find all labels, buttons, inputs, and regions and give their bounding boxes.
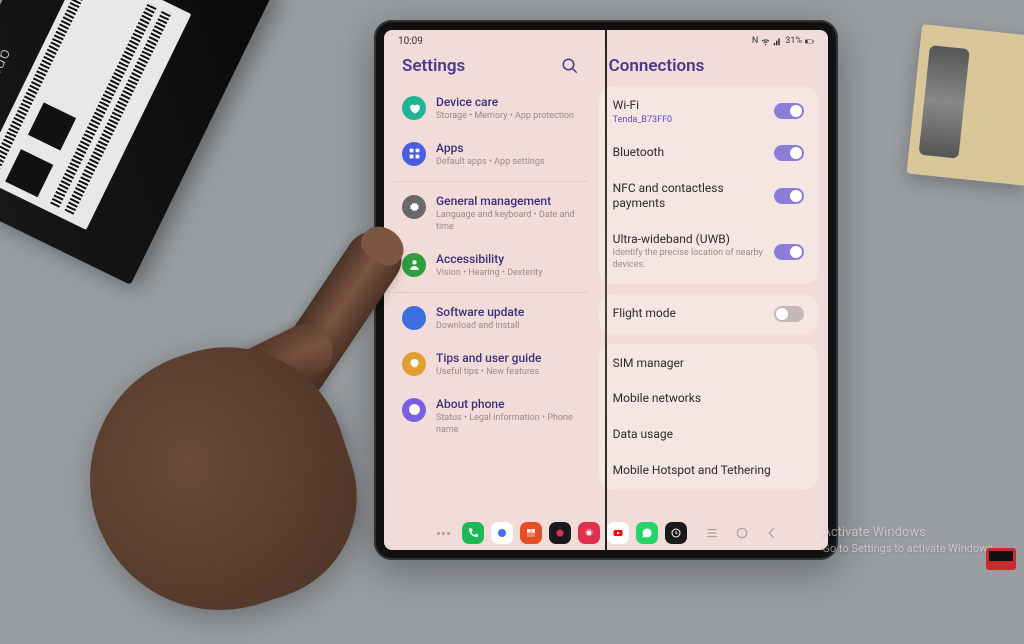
search-button[interactable] (561, 57, 579, 75)
connection-row-wi-fi[interactable]: Wi-FiTenda_B73FF0 (599, 88, 818, 135)
product-box: Galaxy Z Fold6 (0, 0, 275, 285)
toggle-switch[interactable] (774, 103, 804, 119)
row-title: Ultra-wideband (UWB) (613, 232, 766, 248)
settings-list: Device careStorage • Memory • App protec… (394, 86, 587, 445)
settings-item-title: Tips and user guide (436, 351, 579, 366)
connection-row-mobile-hotspot-and-tethering[interactable]: Mobile Hotspot and Tethering (599, 453, 818, 489)
row-title: Wi-Fi (613, 98, 766, 114)
whatsapp-app-icon[interactable] (636, 522, 658, 544)
toggle-switch[interactable] (774, 188, 804, 204)
settings-item-title: Software update (436, 305, 579, 320)
settings-item-title: Apps (436, 141, 579, 156)
app-drawer-button[interactable] (433, 532, 455, 535)
device-hinge (605, 30, 607, 550)
settings-item-subtitle: Vision • Hearing • Dexterity (436, 268, 579, 280)
signal-icon (773, 37, 782, 46)
row-title: Bluetooth (613, 145, 766, 161)
settings-item-device-care[interactable]: Device careStorage • Memory • App protec… (394, 86, 587, 132)
toggle-switch[interactable] (774, 244, 804, 260)
settings-item-about-phone[interactable]: About phoneStatus • Legal information • … (394, 388, 587, 445)
connections-group-1: Wi-FiTenda_B73FF0 Bluetooth NFC and contac… (599, 86, 818, 284)
row-title: Flight mode (613, 306, 766, 322)
wifi-icon (761, 37, 770, 46)
connection-row-nfc-and-contactless-payments[interactable]: NFC and contactless payments (599, 171, 818, 222)
settings-item-title: Device care (436, 95, 579, 110)
connections-group-2: Flight mode (599, 294, 818, 334)
row-title: SIM manager (613, 356, 796, 372)
status-indicators: N 31% (752, 36, 814, 46)
connections-group-3: SIM manager Mobile networks Data usage Mobi… (599, 344, 818, 490)
battery-icon (805, 37, 814, 46)
settings-item-subtitle: Download and install (436, 321, 579, 333)
battery-text: 31% (785, 36, 802, 46)
news-app-icon[interactable] (520, 522, 542, 544)
settings-item-subtitle: Language and keyboard • Date and time (436, 210, 579, 233)
grid-icon (402, 142, 426, 166)
row-link: Tenda_B73FF0 (613, 115, 766, 125)
settings-item-title: About phone (436, 397, 579, 412)
back-nav-button[interactable] (764, 525, 780, 541)
settings-item-tips-and-user-guide[interactable]: Tips and user guideUseful tips • New fea… (394, 342, 587, 388)
search-icon (561, 57, 579, 75)
gear-app-icon[interactable] (578, 522, 600, 544)
barcode-sticker (0, 0, 191, 230)
channel-badge (986, 548, 1016, 570)
connections-panel: Connections Wi-FiTenda_B73FF0 Bluetooth NF… (593, 52, 828, 516)
connection-row-mobile-networks[interactable]: Mobile networks (599, 381, 818, 417)
settings-item-title: General management (436, 194, 579, 209)
connection-row-ultra-wideband-uwb-[interactable]: Ultra-wideband (UWB)Identify the precise… (599, 222, 818, 282)
chat-app-icon[interactable] (491, 522, 513, 544)
settings-item-subtitle: Default apps • App settings (436, 157, 579, 169)
settings-item-software-update[interactable]: Software updateDownload and install (394, 292, 587, 342)
toggle-switch[interactable] (774, 145, 804, 161)
row-subtitle: Identify the precise location of nearby … (613, 248, 766, 271)
foldable-device: 10:09 N 31% Settings Device careStorage … (374, 20, 838, 560)
connection-row-sim-manager[interactable]: SIM manager (599, 346, 818, 382)
connection-row-data-usage[interactable]: Data usage (599, 417, 818, 453)
heart-icon (402, 96, 426, 120)
connections-title: Connections (609, 56, 808, 76)
download-icon (402, 306, 426, 330)
status-time: 10:09 (398, 36, 423, 47)
settings-title: Settings (402, 56, 465, 76)
recents-nav-button[interactable] (704, 525, 720, 541)
info-icon (402, 398, 426, 422)
media-app-icon[interactable] (549, 522, 571, 544)
settings-item-title: Accessibility (436, 252, 579, 267)
windows-watermark: Activate Windows Go to Settings to activ… (822, 525, 996, 556)
row-title: NFC and contactless payments (613, 181, 766, 212)
watermark-line-2: Go to Settings to activate Windows. (822, 542, 996, 556)
person-icon (402, 253, 426, 277)
bulb-icon (402, 352, 426, 376)
settings-item-accessibility[interactable]: AccessibilityVision • Hearing • Dexterit… (394, 243, 587, 289)
row-title: Data usage (613, 427, 796, 443)
settings-item-subtitle: Useful tips • New features (436, 367, 579, 379)
home-nav-button[interactable] (734, 525, 750, 541)
youtube-app-icon[interactable] (607, 522, 629, 544)
connection-row-bluetooth[interactable]: Bluetooth (599, 135, 818, 171)
gear-icon (402, 195, 426, 219)
phone-app-icon[interactable] (462, 522, 484, 544)
settings-item-subtitle: Status • Legal information • Phone name (436, 413, 579, 436)
row-title: Mobile networks (613, 391, 796, 407)
clock-app-icon[interactable] (665, 522, 687, 544)
settings-item-subtitle: Storage • Memory • App protection (436, 111, 579, 123)
nfc-icon: N (752, 36, 758, 46)
settings-panel: Settings Device careStorage • Memory • A… (384, 52, 593, 516)
watermark-line-1: Activate Windows (822, 525, 996, 542)
settings-item-apps[interactable]: AppsDefault apps • App settings (394, 132, 587, 178)
toggle-switch[interactable] (774, 306, 804, 322)
wooden-clamp-prop (906, 24, 1024, 186)
settings-item-general-management[interactable]: General managementLanguage and keyboard … (394, 181, 587, 242)
row-title: Mobile Hotspot and Tethering (613, 463, 796, 479)
connection-row-flight-mode[interactable]: Flight mode (599, 296, 818, 332)
